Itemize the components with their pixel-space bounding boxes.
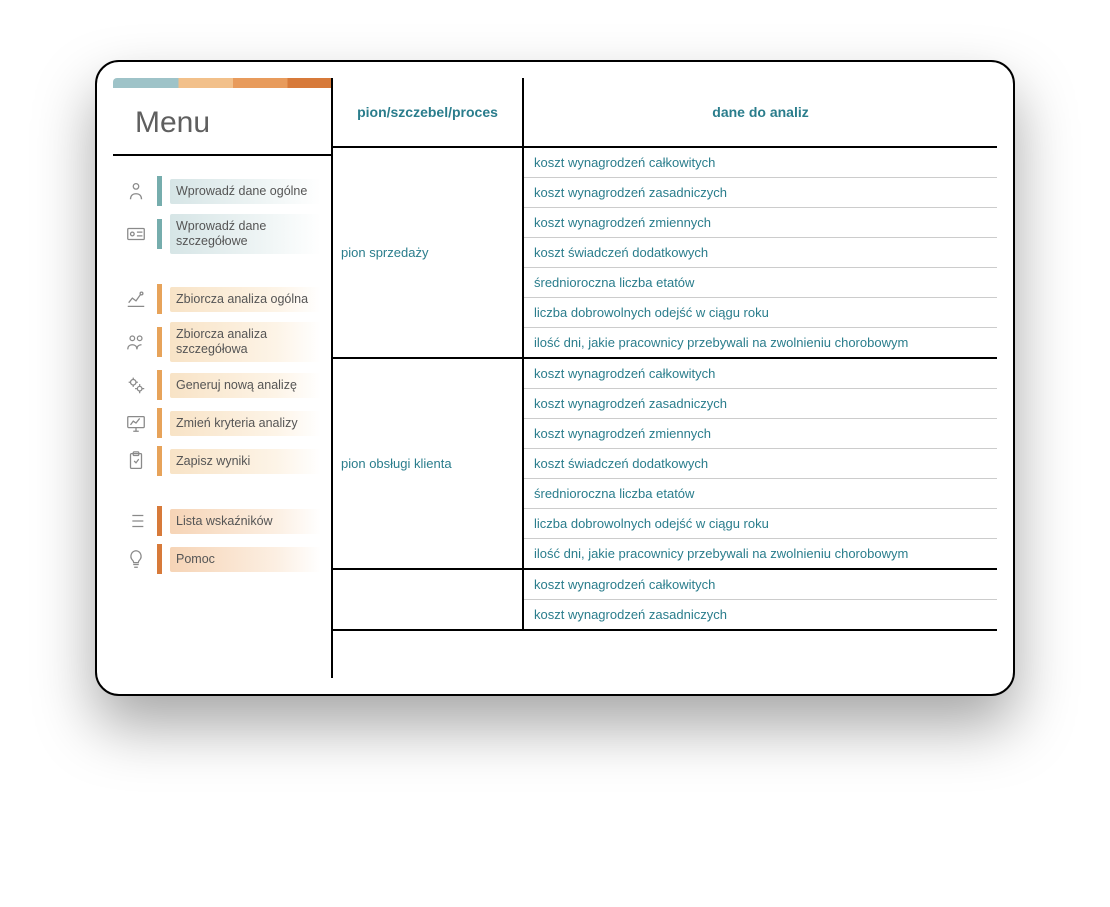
data-link[interactable]: koszt wynagrodzeń zmiennych	[524, 419, 997, 449]
data-link[interactable]: ilość dni, jakie pracownicy przebywali n…	[524, 539, 997, 568]
data-link[interactable]: średnioroczna liczba etatów	[524, 268, 997, 298]
app-screen: Menu Wprowadź dane ogólne Wprowadź dane s…	[113, 78, 997, 678]
clipboard-icon	[123, 448, 149, 474]
bulb-icon	[123, 546, 149, 572]
table-row: pion sprzedażykoszt wynagrodzeń całkowit…	[333, 147, 997, 358]
data-link[interactable]: średnioroczna liczba etatów	[524, 479, 997, 509]
menu-accent-bar	[157, 284, 162, 314]
menu-accent-bar	[157, 506, 162, 536]
table-group-cell[interactable]: pion sprzedaży	[333, 147, 523, 358]
sidebar-item-label: Zapisz wyniki	[170, 449, 321, 474]
menu-accent-bar	[157, 327, 162, 357]
menu-accent-bar	[157, 544, 162, 574]
data-link[interactable]: koszt wynagrodzeń całkowitych	[524, 570, 997, 600]
sidebar-item[interactable]: Zapisz wyniki	[123, 446, 321, 476]
sidebar-item[interactable]: Pomoc	[123, 544, 321, 574]
sidebar-title: Menu	[113, 88, 331, 156]
data-link[interactable]: koszt wynagrodzeń całkowitych	[524, 148, 997, 178]
menu-accent-bar	[157, 176, 162, 206]
sidebar: Menu Wprowadź dane ogólne Wprowadź dane s…	[113, 78, 333, 678]
sidebar-item-label: Wprowadź dane szczegółowe	[170, 214, 321, 254]
menu-accent-bar	[157, 408, 162, 438]
chart-line-icon	[123, 286, 149, 312]
table-row: koszt wynagrodzeń całkowitychkoszt wynag…	[333, 569, 997, 630]
content-area: pion/szczebel/proces dane do analiz pion…	[333, 78, 997, 678]
sidebar-item-label: Zbiorcza analiza ogólna	[170, 287, 321, 312]
data-link[interactable]: liczba dobrowolnych odejść w ciągu roku	[524, 298, 997, 328]
tablet-frame: Menu Wprowadź dane ogólne Wprowadź dane s…	[95, 60, 1015, 696]
table-header-data: dane do analiz	[523, 78, 997, 147]
data-link[interactable]: koszt wynagrodzeń zasadniczych	[524, 600, 997, 629]
sidebar-item-label: Lista wskaźników	[170, 509, 321, 534]
data-link[interactable]: ilość dni, jakie pracownicy przebywali n…	[524, 328, 997, 357]
sidebar-item-label: Wprowadź dane ogólne	[170, 179, 321, 204]
sidebar-item[interactable]: Generuj nową analizę	[123, 370, 321, 400]
table-data-cell: koszt wynagrodzeń całkowitychkoszt wynag…	[523, 358, 997, 569]
people-icon	[123, 329, 149, 355]
data-link[interactable]: koszt wynagrodzeń zasadniczych	[524, 178, 997, 208]
sidebar-top-accent	[113, 78, 331, 88]
sidebar-item[interactable]: Zmień kryteria analizy	[123, 408, 321, 438]
table-data-cell: koszt wynagrodzeń całkowitychkoszt wynag…	[523, 569, 997, 630]
data-link[interactable]: koszt wynagrodzeń zasadniczych	[524, 389, 997, 419]
menu-accent-bar	[157, 370, 162, 400]
sidebar-item[interactable]: Wprowadź dane ogólne	[123, 176, 321, 206]
monitor-icon	[123, 410, 149, 436]
table-header-group: pion/szczebel/proces	[333, 78, 523, 147]
sidebar-item[interactable]: Zbiorcza analiza ogólna	[123, 284, 321, 314]
data-link[interactable]: koszt świadczeń dodatkowych	[524, 238, 997, 268]
menu-list: Wprowadź dane ogólne Wprowadź dane szczeg…	[113, 156, 331, 584]
data-link[interactable]: koszt świadczeń dodatkowych	[524, 449, 997, 479]
sidebar-item-label: Zbiorcza analiza szczegółowa	[170, 322, 321, 362]
menu-gap	[123, 262, 321, 276]
table-data-cell: koszt wynagrodzeń całkowitychkoszt wynag…	[523, 147, 997, 358]
sidebar-item[interactable]: Wprowadź dane szczegółowe	[123, 214, 321, 254]
data-table: pion/szczebel/proces dane do analiz pion…	[333, 78, 997, 631]
menu-gap	[123, 484, 321, 498]
sidebar-item-label: Generuj nową analizę	[170, 373, 321, 398]
sidebar-item-label: Zmień kryteria analizy	[170, 411, 321, 436]
sidebar-item-label: Pomoc	[170, 547, 321, 572]
sidebar-item[interactable]: Zbiorcza analiza szczegółowa	[123, 322, 321, 362]
gears-icon	[123, 372, 149, 398]
data-link[interactable]: liczba dobrowolnych odejść w ciągu roku	[524, 509, 997, 539]
table-group-cell[interactable]: pion obsługi klienta	[333, 358, 523, 569]
list-icon	[123, 508, 149, 534]
menu-accent-bar	[157, 219, 162, 249]
table-group-cell[interactable]	[333, 569, 523, 630]
id-card-icon	[123, 221, 149, 247]
sidebar-item[interactable]: Lista wskaźników	[123, 506, 321, 536]
table-row: pion obsługi klientakoszt wynagrodzeń ca…	[333, 358, 997, 569]
data-link[interactable]: koszt wynagrodzeń zmiennych	[524, 208, 997, 238]
data-link[interactable]: koszt wynagrodzeń całkowitych	[524, 359, 997, 389]
menu-accent-bar	[157, 446, 162, 476]
person-icon	[123, 178, 149, 204]
